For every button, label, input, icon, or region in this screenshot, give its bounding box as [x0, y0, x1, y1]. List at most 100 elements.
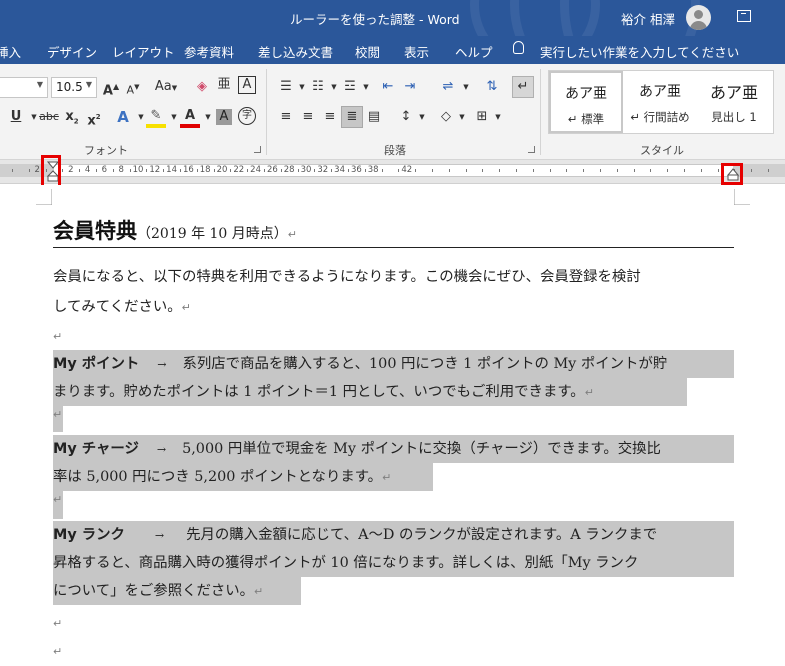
- document-page[interactable]: 会員特典（2019 年 10 月時点）↵ 会員になると、以下の特典を利用できるよ…: [0, 185, 785, 666]
- avatar[interactable]: [686, 5, 711, 30]
- tab-view[interactable]: 表示: [404, 42, 429, 61]
- highlight-right-indent: [721, 163, 743, 185]
- ruler-tick: [230, 169, 232, 172]
- term-my-charge: My チャージ: [53, 441, 139, 457]
- term-my-point: My ポイント: [53, 356, 140, 372]
- align-left-icon[interactable]: ≡: [276, 107, 296, 127]
- text-effects-icon[interactable]: A: [113, 107, 133, 127]
- highlight-color-icon[interactable]: ✎: [146, 106, 166, 128]
- ruler-tick: [12, 169, 13, 172]
- align-right-icon[interactable]: ≡: [320, 107, 340, 127]
- style-heading-1[interactable]: あア亜 見出し 1: [697, 71, 771, 133]
- clear-formatting-icon[interactable]: ◈: [192, 77, 212, 97]
- ruler-tick: [62, 169, 64, 172]
- tab-help[interactable]: ヘルプ: [455, 42, 493, 61]
- distributed-icon[interactable]: ▤: [364, 107, 384, 127]
- ruler-tick: [650, 169, 652, 172]
- asian-layout-icon[interactable]: ⇌: [438, 77, 458, 97]
- font-dialog-launcher-icon[interactable]: [254, 146, 261, 153]
- ruler-tick: [331, 169, 333, 172]
- multilevel-dropdown-icon[interactable]: ▼: [356, 77, 376, 97]
- ruler-tick: [566, 169, 568, 172]
- tell-me-box[interactable]: 実行したい作業を入力してください: [540, 42, 739, 61]
- ruler-number: 10: [132, 165, 144, 175]
- ruler-tick: [196, 169, 198, 172]
- character-border-icon[interactable]: A: [238, 76, 256, 94]
- tab-mailings[interactable]: 差し込み文書: [258, 42, 333, 61]
- font-color-dropdown-icon[interactable]: ▼: [198, 107, 218, 127]
- shading-dropdown-icon[interactable]: ▼: [452, 107, 472, 127]
- superscript-icon[interactable]: x2: [84, 107, 104, 128]
- selected-line: について」をご参照ください。↵: [53, 577, 301, 605]
- ruler-tick: [700, 169, 702, 172]
- align-center-icon[interactable]: ≡: [298, 107, 318, 127]
- ruler-tick: [213, 169, 215, 172]
- ruler-tick: [364, 169, 366, 172]
- character-shading-icon[interactable]: A: [216, 109, 232, 125]
- ruler-number: 4: [84, 165, 91, 175]
- ruler-tick: [415, 169, 417, 172]
- title-bar: ルーラーを使った調整 - Word 裕介 相澤: [0, 0, 785, 36]
- ruler-number: 24: [250, 165, 262, 175]
- underline-icon[interactable]: U: [6, 107, 26, 127]
- font-color-icon[interactable]: A: [180, 106, 200, 128]
- ruler-tick: [633, 169, 635, 172]
- group-separator: [540, 69, 541, 155]
- enclose-characters-icon[interactable]: 字: [238, 107, 256, 125]
- tab-design[interactable]: デザイン: [47, 42, 97, 61]
- ribbon-display-options-icon[interactable]: [737, 10, 751, 22]
- font-size-combo[interactable]: 10.5 ▼: [51, 77, 97, 98]
- ruler-tick: [667, 169, 669, 172]
- ruler-tick: [314, 169, 316, 172]
- shrink-font-icon[interactable]: A▼: [123, 77, 143, 97]
- ruler-number: 12: [149, 165, 161, 175]
- selected-line: My ランク → 先月の購入金額に応じて、A～D のランクが設定されます。A ランク…: [53, 521, 734, 549]
- font-name-combo[interactable]: ▼: [0, 77, 48, 98]
- subscript-icon[interactable]: x2: [62, 107, 82, 127]
- show-formatting-marks-icon[interactable]: ↵: [512, 76, 534, 98]
- grow-font-icon[interactable]: A▲: [101, 77, 121, 98]
- ruler-tick: [516, 169, 517, 172]
- phonetic-guide-icon[interactable]: 亜: [214, 75, 234, 95]
- ruler-number: 8: [118, 165, 124, 175]
- change-case-icon[interactable]: Aa▼: [152, 77, 180, 97]
- line-spacing-dropdown-icon[interactable]: ▼: [412, 107, 432, 127]
- ribbon-tab-bar: 挿入 デザイン レイアウト 参考資料 差し込み文書 校閲 表示 ヘルプ 実行した…: [0, 36, 785, 64]
- selected-line: My ポイント → 系列店で商品を購入すると、100 円につき 1 ポイントの My…: [53, 350, 734, 378]
- ruler-tick: [348, 169, 349, 172]
- style-normal[interactable]: あア亜 ↵ 標準: [549, 71, 623, 133]
- crop-mark-left: [36, 189, 52, 205]
- paragraph-dialog-launcher-icon[interactable]: [528, 146, 535, 153]
- asian-layout-dropdown-icon[interactable]: ▼: [456, 77, 476, 97]
- horizontal-ruler[interactable]: 2 2 4 6 8 10 12 14 16 18 20 22 24 26 28 30 32 34 36 38 42: [0, 155, 785, 188]
- strikethrough-icon[interactable]: abc: [38, 107, 60, 127]
- tab-references[interactable]: 参考資料: [184, 42, 234, 61]
- ruler-number: 2: [68, 165, 74, 175]
- tab-layout[interactable]: レイアウト: [112, 42, 175, 61]
- paragraph-group-label: 段落: [384, 144, 406, 157]
- decrease-indent-icon[interactable]: ⇤: [378, 77, 398, 97]
- tab-review[interactable]: 校閲: [355, 42, 380, 61]
- ruler-tick: [129, 169, 131, 172]
- lightbulb-icon: [513, 41, 524, 54]
- selected-line: 率は 5,000 円につき 5,200 ポイントとなります。↵: [53, 463, 433, 491]
- ruler-number: 30: [300, 165, 312, 175]
- selected-empty-paragraph: ↵: [53, 491, 63, 519]
- ruler-number: 28: [283, 165, 295, 175]
- ruler-number: 22: [233, 165, 245, 175]
- borders-dropdown-icon[interactable]: ▼: [488, 107, 508, 127]
- ribbon: ▼ 10.5 ▼ A▲ A▼ Aa▼ ◈ 亜 A U ▼ abc x2 x2 A …: [0, 64, 785, 160]
- ruler-number: 26: [266, 165, 278, 175]
- user-name[interactable]: 裕介 相澤: [621, 9, 675, 28]
- ruler-tick: [549, 169, 551, 172]
- increase-indent-icon[interactable]: ⇥: [400, 77, 420, 97]
- sort-icon[interactable]: ⇅: [482, 77, 502, 97]
- ruler-tick: [112, 169, 114, 172]
- style-no-spacing[interactable]: あア亜 ↵ 行間詰め: [623, 71, 697, 133]
- justify-icon[interactable]: ≣: [341, 106, 363, 128]
- selected-empty-paragraph: ↵: [53, 406, 63, 432]
- styles-group-label: スタイル: [640, 144, 684, 157]
- tab-insert[interactable]: 挿入: [0, 42, 21, 61]
- ruler-tick: [280, 169, 282, 172]
- highlight-left-indent: [41, 155, 61, 188]
